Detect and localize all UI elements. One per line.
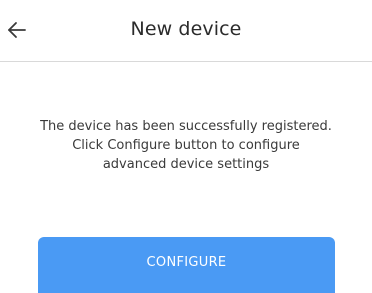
page-title: New device (130, 18, 242, 40)
app-bar: New device (0, 0, 372, 62)
message-line: Click Configure button to configure (72, 138, 300, 153)
message-line: The device has been successfully registe… (40, 119, 332, 134)
success-message: The device has been successfully registe… (20, 117, 352, 174)
configure-button[interactable]: CONFIGURE (38, 237, 335, 293)
message-line: advanced device settings (102, 157, 270, 172)
